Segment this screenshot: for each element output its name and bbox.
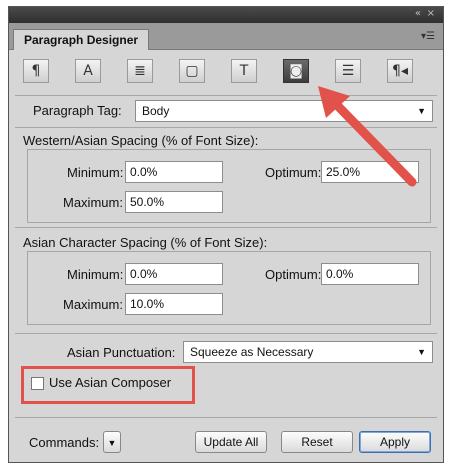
arrow-shaft (327, 95, 417, 187)
annotation-arrow (318, 86, 417, 187)
